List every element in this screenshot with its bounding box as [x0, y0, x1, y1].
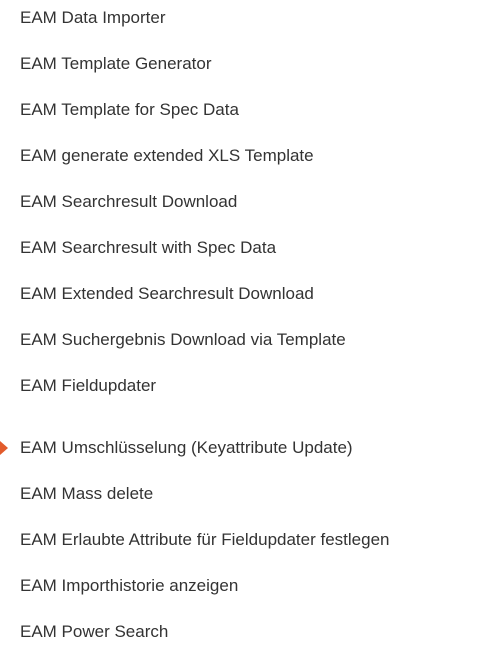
menu-item-mass-delete[interactable]: EAM Mass delete: [0, 476, 493, 522]
menu-item-label: EAM Data Importer: [20, 8, 166, 27]
menu-item-label: EAM Searchresult Download: [20, 192, 238, 211]
menu-item-label: EAM generate extended XLS Template: [20, 146, 314, 165]
menu-item-suchergebnis-download-via-template[interactable]: EAM Suchergebnis Download via Template: [0, 322, 493, 368]
menu-item-power-search[interactable]: EAM Power Search: [0, 614, 493, 660]
active-arrow-icon: [0, 441, 8, 455]
menu-item-extended-searchresult-download[interactable]: EAM Extended Searchresult Download: [0, 276, 493, 322]
menu-item-label: EAM Umschlüsselung (Keyattribute Update): [20, 438, 353, 457]
menu-item-searchresult-with-spec-data[interactable]: EAM Searchresult with Spec Data: [0, 230, 493, 276]
menu-item-fieldupdater[interactable]: EAM Fieldupdater: [0, 368, 493, 414]
menu-item-searchresult-download[interactable]: EAM Searchresult Download: [0, 184, 493, 230]
menu-item-label: EAM Fieldupdater: [20, 376, 157, 395]
menu-item-label: EAM Mass delete: [20, 484, 154, 503]
menu-item-label: EAM Suchergebnis Download via Template: [20, 330, 346, 349]
menu-item-label: EAM Searchresult with Spec Data: [20, 238, 277, 257]
menu-item-label: EAM Erlaubte Attribute für Fieldupdater …: [20, 530, 390, 549]
menu-item-template-for-spec-data[interactable]: EAM Template for Spec Data: [0, 92, 493, 138]
menu-item-template-generator[interactable]: EAM Template Generator: [0, 46, 493, 92]
menu-item-data-importer[interactable]: EAM Data Importer: [0, 0, 493, 46]
menu-item-label: EAM Template for Spec Data: [20, 100, 239, 119]
menu-item-label: EAM Power Search: [20, 622, 169, 641]
menu-item-umschluesselung[interactable]: EAM Umschlüsselung (Keyattribute Update): [0, 430, 493, 476]
eam-menu-list: EAM Data Importer EAM Template Generator…: [0, 0, 493, 649]
menu-item-generate-extended-xls-template[interactable]: EAM generate extended XLS Template: [0, 138, 493, 184]
menu-item-erlaubte-attribute-fieldupdater[interactable]: EAM Erlaubte Attribute für Fieldupdater …: [0, 522, 493, 568]
menu-item-label: EAM Template Generator: [20, 54, 212, 73]
menu-item-label: EAM Extended Searchresult Download: [20, 284, 314, 303]
menu-item-label: EAM Importhistorie anzeigen: [20, 576, 239, 595]
menu-item-importhistorie-anzeigen[interactable]: EAM Importhistorie anzeigen: [0, 568, 493, 614]
